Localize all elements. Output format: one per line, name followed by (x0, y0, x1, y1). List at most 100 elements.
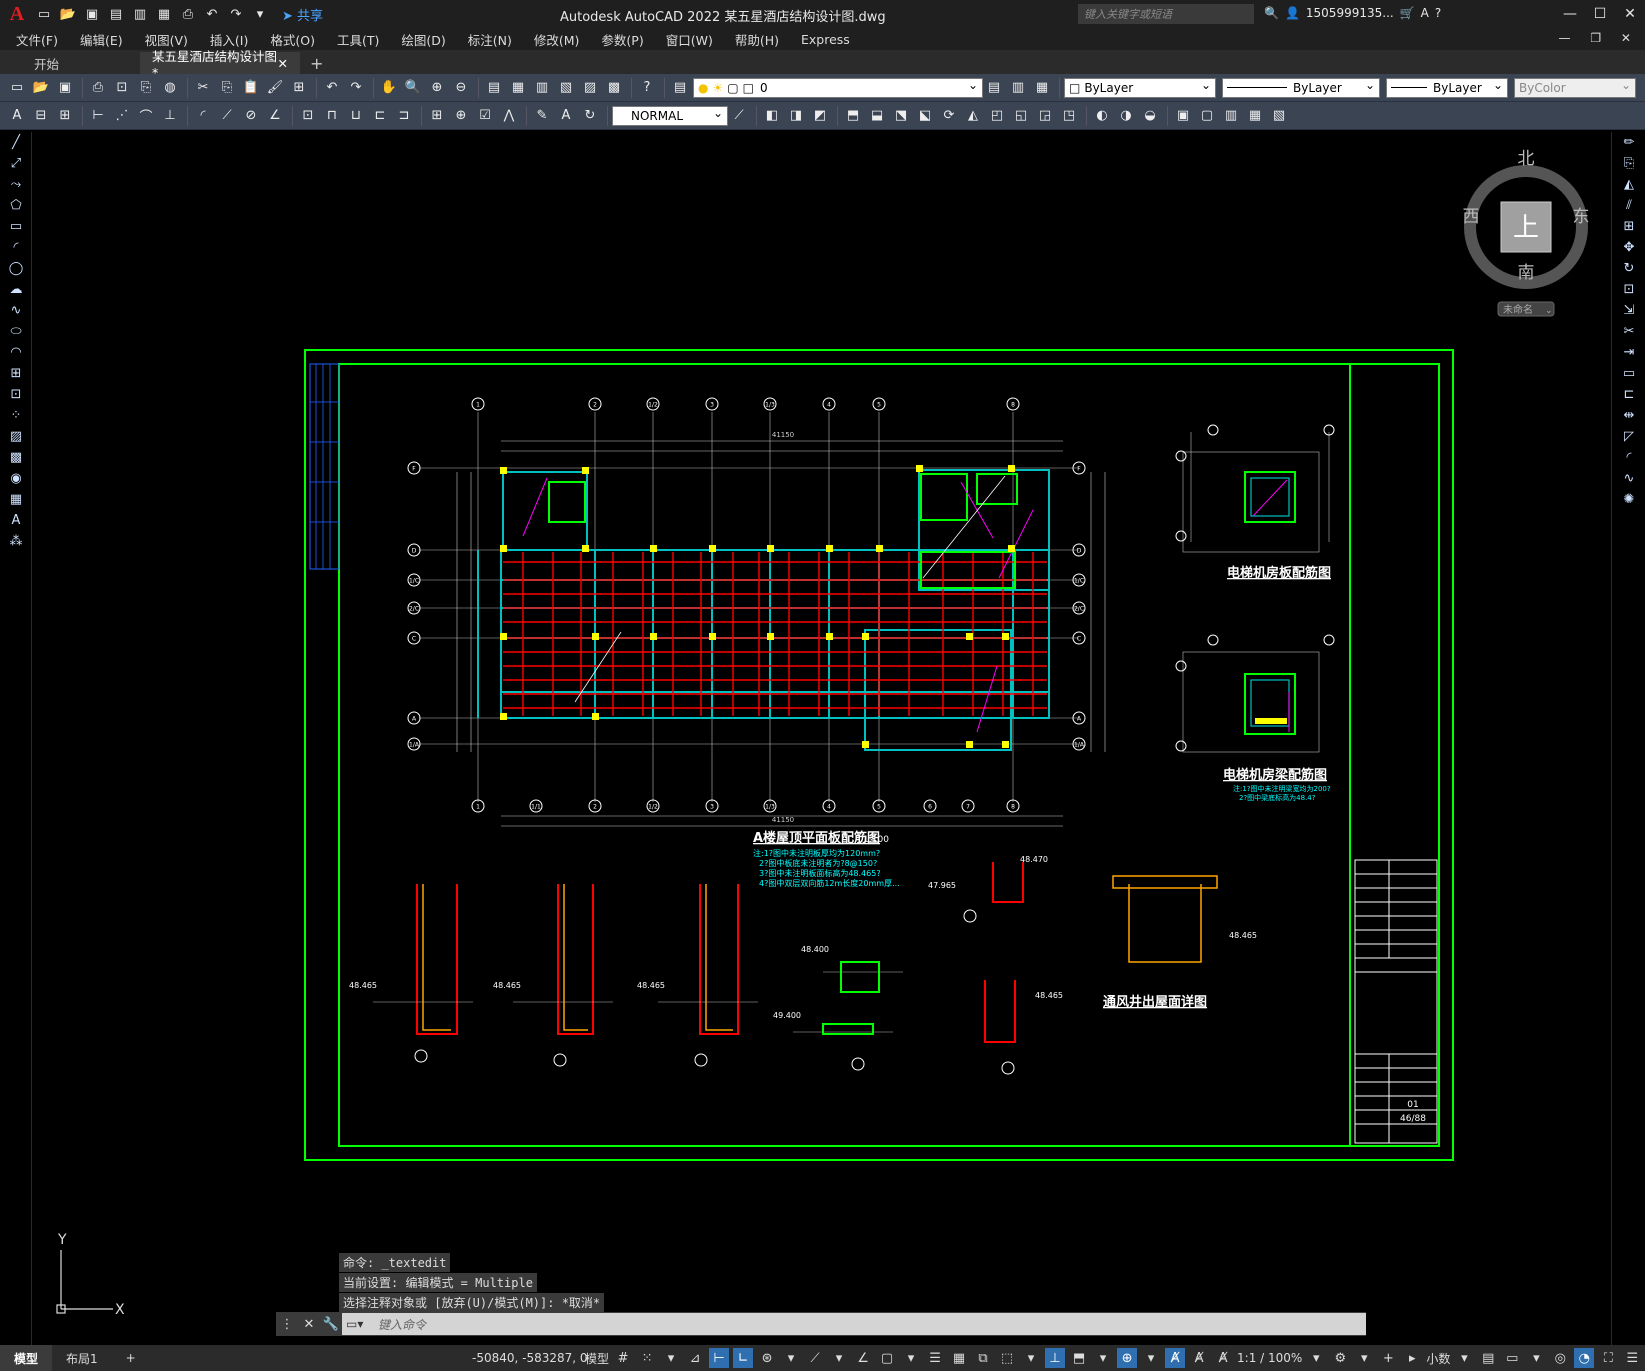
undo-icon[interactable]: ↶ (202, 4, 222, 24)
dynamic-input-icon[interactable]: ⊢ (709, 1348, 730, 1368)
slice-icon[interactable]: ▥ (1220, 105, 1242, 127)
construction-line-icon[interactable]: ⤢ (0, 153, 32, 174)
subtract-icon[interactable]: ◨ (785, 105, 807, 127)
save-icon[interactable]: ▣ (82, 4, 102, 24)
object-snap-tracking-icon[interactable]: ∠ (853, 1348, 873, 1368)
aligned-dim-icon[interactable]: ⋰ (111, 105, 133, 127)
object-snap-icon[interactable]: ▢ (877, 1348, 897, 1368)
extend-icon[interactable]: ⇥ (1612, 342, 1645, 363)
baseline-dim-icon[interactable]: ⊓ (321, 105, 343, 127)
dim-update-icon[interactable]: ↻ (579, 105, 601, 127)
insert-block-icon[interactable]: ⊞ (0, 363, 32, 384)
autocad-logo-icon[interactable]: A (0, 0, 34, 28)
search-icon[interactable]: 🔍 (1264, 6, 1279, 20)
dim-break-icon[interactable]: ⊐ (393, 105, 415, 127)
mirror-icon[interactable]: ◭ (1612, 174, 1645, 195)
command-line-close-icon[interactable]: ✕ (298, 1317, 320, 1332)
linear-dim-icon[interactable]: ⊢ (87, 105, 109, 127)
spline-icon[interactable]: ∿ (0, 300, 32, 321)
command-line-customize-icon[interactable]: 🔧 (320, 1317, 342, 1332)
zoom-realtime-icon[interactable]: 🔍 (402, 77, 424, 99)
dim-style-icon[interactable]: ⊟ (30, 105, 52, 127)
blend-icon[interactable]: ∿ (1612, 468, 1645, 489)
move-faces-icon[interactable]: ⬓ (866, 105, 888, 127)
fillet-icon[interactable]: ◜ (1612, 447, 1645, 468)
layout-tab-layout1[interactable]: 布局1 (52, 1345, 112, 1371)
polygon-icon[interactable]: ⬠ (0, 195, 32, 216)
minimize-icon[interactable]: — (1555, 0, 1585, 28)
save-web-icon[interactable]: ▦ (154, 4, 174, 24)
help-icon[interactable]: ? (636, 77, 658, 99)
3d-osnap-icon[interactable]: ⬚ (997, 1348, 1017, 1368)
object-snap-dropdown-icon[interactable]: ▾ (901, 1348, 921, 1368)
3d-osnap-dropdown-icon[interactable]: ▾ (1021, 1348, 1041, 1368)
erase-icon[interactable]: ✏ (1612, 132, 1645, 153)
annotation-scale-value[interactable]: 1:1 / 100% (1237, 1351, 1302, 1365)
search-input[interactable]: 键入关键字或短语 (1078, 4, 1254, 24)
block-editor-icon[interactable]: ⊞ (288, 77, 310, 99)
units-icon[interactable]: ▸ (1402, 1348, 1422, 1368)
extrude-faces-icon[interactable]: ⬒ (842, 105, 864, 127)
dim-override-icon[interactable]: ⟋ (728, 105, 750, 127)
scale-dropdown-icon[interactable]: ▾ (1306, 1348, 1326, 1368)
add-layout-icon[interactable]: + (112, 1345, 150, 1371)
markup-icon[interactable]: ▨ (579, 77, 601, 99)
dynamic-ucs-icon[interactable]: ⊥ (1045, 1348, 1066, 1368)
command-prompt-icon[interactable]: ▭▾ (346, 1317, 363, 1331)
gradient-icon[interactable]: ▩ (0, 447, 32, 468)
trim-icon[interactable]: ✂ (1612, 321, 1645, 342)
isolate-objects-icon[interactable]: ◎ (1550, 1348, 1570, 1368)
copy-faces-icon[interactable]: ◰ (986, 105, 1008, 127)
plotstyle-combo[interactable]: ByColor (1514, 77, 1636, 98)
array-icon[interactable]: ⊞ (1612, 216, 1645, 237)
viewcube[interactable]: 上 北 南 东 西 未命名 ⌄ (1463, 149, 1590, 317)
layer-match-icon[interactable]: ▥ (1007, 77, 1029, 99)
model-space-button[interactable]: 模型 (585, 1350, 609, 1367)
open-file-icon[interactable]: 📂 (58, 4, 78, 24)
explode-icon[interactable]: ✺ (1612, 489, 1645, 510)
menu-item-12[interactable]: Express (801, 32, 850, 47)
annotation-monitor-icon[interactable]: + (1378, 1348, 1398, 1368)
center-mark-icon[interactable]: ⊕ (450, 105, 472, 127)
grid-icon[interactable]: # (613, 1348, 633, 1368)
infer-constraints-icon[interactable]: ⊿ (685, 1348, 705, 1368)
color-faces-icon[interactable]: ◱ (1010, 105, 1032, 127)
make-block-icon[interactable]: ⊡ (0, 384, 32, 405)
dim-text-edit-icon[interactable]: A (555, 105, 577, 127)
lock-ui-dropdown-icon[interactable]: ▾ (1526, 1348, 1546, 1368)
matchprop-icon[interactable]: 🖌 (264, 77, 286, 99)
layer-properties-icon[interactable]: ▤ (669, 77, 691, 99)
text-style-icon[interactable]: A (6, 105, 28, 127)
graphics-performance-icon[interactable]: ◔ (1574, 1348, 1595, 1368)
hatch-icon[interactable]: ▨ (0, 426, 32, 447)
close-icon[interactable]: ✕ (1615, 0, 1645, 28)
dim-space-icon[interactable]: ⊏ (369, 105, 391, 127)
arc-length-icon[interactable]: ⌒ (135, 105, 157, 127)
quick-properties-icon[interactable]: ▤ (1478, 1348, 1498, 1368)
auto-scale-icon[interactable]: Ⱥ (1189, 1348, 1209, 1368)
menu-item-7[interactable]: 标注(N) (468, 30, 512, 49)
jogged-dim-icon[interactable]: ⟋ (216, 105, 238, 127)
polar-dropdown-icon[interactable]: ▾ (781, 1348, 801, 1368)
annotation-scale-icon[interactable]: Ⱥ (1213, 1348, 1233, 1368)
command-input[interactable]: ▭▾ 键入命令 (342, 1313, 1366, 1335)
maximize-icon[interactable]: ☐ (1585, 0, 1615, 28)
lineweight-combo[interactable]: ByLayer (1386, 77, 1508, 98)
menu-item-6[interactable]: 绘图(D) (401, 30, 445, 49)
table-style-icon[interactable]: ⊞ (54, 105, 76, 127)
viewcube-east-label[interactable]: 东 (1573, 207, 1590, 227)
customize-icon[interactable]: ▾ (250, 4, 270, 24)
design-center-icon[interactable]: ▦ (507, 77, 529, 99)
join-icon[interactable]: ⇹ (1612, 405, 1645, 426)
delete-faces-icon[interactable]: ⬕ (914, 105, 936, 127)
selection-filter-dropdown-icon[interactable]: ▾ (1093, 1348, 1113, 1368)
open-icon[interactable]: 📂 (30, 77, 52, 99)
layout-tab-model[interactable]: 模型 (0, 1345, 53, 1371)
ucs-dropdown-icon[interactable]: ⌄ (1545, 306, 1553, 316)
qnew-icon[interactable]: ▭ (6, 77, 28, 99)
imprint-icon[interactable]: ◐ (1091, 105, 1113, 127)
plot-icon[interactable]: ⎙ (178, 4, 198, 24)
union-icon[interactable]: ◧ (761, 105, 783, 127)
dim-edit-icon[interactable]: ✎ (531, 105, 553, 127)
save-icon[interactable]: ▣ (54, 77, 76, 99)
